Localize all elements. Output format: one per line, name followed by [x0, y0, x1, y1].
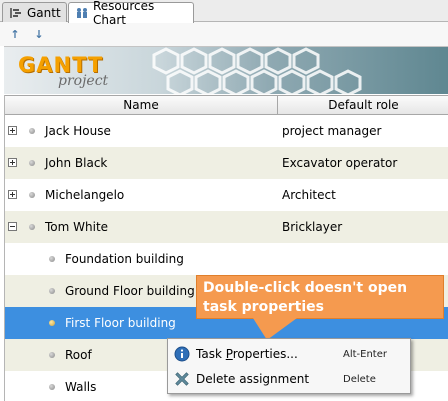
row-name: Roof	[65, 348, 92, 362]
assignment-icon	[49, 320, 55, 326]
resources-tab-icon	[75, 7, 89, 19]
column-header-name[interactable]: Name	[5, 96, 278, 115]
resource-icon	[29, 128, 35, 134]
table-row[interactable]: Foundation building	[5, 243, 448, 275]
collapse-icon[interactable]	[8, 222, 17, 231]
assignment-icon	[49, 256, 55, 262]
ganttproject-banner: GANTT project	[4, 46, 448, 94]
expand-icon[interactable]	[8, 158, 17, 167]
table-header: Name Default role	[5, 95, 448, 115]
context-menu: Task Properties... Alt-Enter Delete assi…	[167, 338, 411, 394]
resource-icon	[29, 224, 35, 230]
row-default-role: Excavator operator	[282, 156, 398, 170]
row-default-role: project manager	[282, 124, 382, 138]
tab-gantt[interactable]: Gantt	[2, 2, 67, 22]
row-name: Michelangelo	[45, 188, 125, 202]
row-name: First Floor building	[65, 316, 176, 330]
callout-line-2: task properties	[203, 299, 324, 315]
delete-x-icon	[174, 371, 190, 387]
column-header-default-role[interactable]: Default role	[278, 96, 448, 115]
tab-resources-chart[interactable]: Resources Chart	[68, 0, 194, 27]
table-row[interactable]: Jack House project manager	[5, 115, 448, 147]
tab-resources-label: Resources Chart	[93, 0, 155, 27]
table-row[interactable]: Tom White Bricklayer	[5, 211, 448, 243]
row-name: John Black	[45, 156, 108, 170]
row-name: Ground Floor building	[65, 284, 195, 298]
table-row[interactable]: John Black Excavator operator	[5, 147, 448, 179]
table-row[interactable]: Michelangelo Architect	[5, 179, 448, 211]
assignment-icon	[49, 352, 55, 358]
row-name: Walls	[65, 380, 97, 394]
menu-item-label: Delete assignment	[196, 372, 310, 386]
resource-icon	[29, 192, 35, 198]
row-name: Foundation building	[65, 252, 184, 266]
menu-item-shortcut: Delete	[343, 373, 376, 385]
menu-item-delete-assignment[interactable]: Delete assignment Delete	[168, 367, 410, 391]
ganttproject-logo: GANTT project	[18, 53, 108, 89]
row-default-role: Architect	[282, 188, 336, 202]
toolbar: ↑ ↓	[0, 22, 448, 46]
row-default-role: Bricklayer	[282, 220, 343, 234]
assignment-icon	[49, 384, 55, 390]
menu-item-shortcut: Alt-Enter	[343, 348, 387, 360]
callout-line-1: Double-click doesn't open	[203, 280, 408, 296]
tab-bar: Gantt Resources Chart	[0, 0, 448, 27]
resource-icon	[29, 160, 35, 166]
move-down-button[interactable]: ↓	[32, 27, 46, 41]
expand-icon[interactable]	[8, 190, 17, 199]
menu-item-label: Task Properties...	[196, 347, 298, 361]
row-name: Jack House	[45, 124, 111, 138]
tab-gantt-label: Gantt	[27, 5, 61, 20]
logo-project-text: project	[58, 73, 109, 89]
info-icon	[174, 346, 190, 362]
move-up-button[interactable]: ↑	[8, 27, 22, 41]
gantt-tab-icon	[9, 7, 23, 19]
annotation-callout: Double-click doesn't open task propertie…	[196, 275, 444, 319]
callout-pointer	[253, 318, 297, 340]
expand-icon[interactable]	[8, 126, 17, 135]
menu-item-task-properties[interactable]: Task Properties... Alt-Enter	[168, 342, 410, 366]
assignment-icon	[49, 288, 55, 294]
row-name: Tom White	[45, 220, 109, 234]
